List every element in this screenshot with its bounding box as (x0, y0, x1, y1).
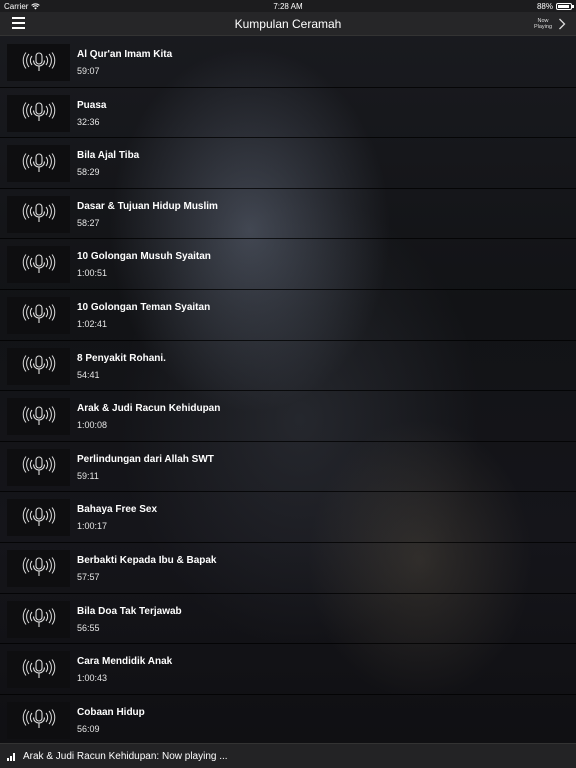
lecture-duration: 1:00:08 (77, 420, 108, 431)
lecture-duration: 58:27 (77, 217, 100, 228)
lecture-title: Cobaan Hidup (77, 706, 145, 718)
list-item[interactable]: 10 Golongan Musuh Syaitan 1:00:51 (0, 239, 576, 290)
chevron-right-icon (559, 18, 566, 30)
list-item[interactable]: Arak & Judi Racun Kehidupan 1:00:08 (0, 391, 576, 442)
list-item[interactable]: Berbakti Kepada Ibu & Bapak 57:57 (0, 543, 576, 594)
lecture-duration: 1:02:41 (77, 318, 108, 329)
battery-percent: 88% (536, 2, 553, 11)
lecture-thumbnail (7, 701, 70, 739)
list-item[interactable]: Perlindungan dari Allah SWT 59:11 (0, 442, 576, 493)
navigation-bar: Kumpulan Ceramah Now Playing (0, 12, 576, 36)
list-item[interactable]: Cara Mendidik Anak 1:00:43 (0, 644, 576, 695)
podcast-microphone-icon (22, 355, 55, 375)
podcast-microphone-icon (22, 405, 55, 425)
lecture-title: 8 Penyakit Rohani. (77, 352, 166, 364)
lecture-title: Bahaya Free Sex (77, 504, 158, 516)
podcast-microphone-icon (22, 152, 55, 172)
lecture-title: Bila Ajal Tiba (77, 150, 140, 162)
lecture-duration: 1:00:43 (77, 673, 108, 684)
lecture-title: Al Qur'an Imam Kita (77, 49, 173, 60)
now-playing-bar[interactable]: Arak & Judi Racun Kehidupan: Now playing… (0, 743, 576, 768)
now-playing-label: Now Playing (533, 18, 553, 30)
list-item[interactable]: 8 Penyakit Rohani. 54:41 (0, 341, 576, 392)
lecture-title: Dasar & Tujuan Hidup Muslim (77, 200, 218, 212)
status-bar: Carrier 7:28 AM 88% (0, 0, 576, 12)
lecture-thumbnail (7, 499, 70, 537)
status-time: 7:28 AM (273, 2, 303, 11)
podcast-microphone-icon (22, 608, 55, 628)
lecture-duration: 32:36 (77, 116, 100, 127)
now-playing-button[interactable]: Now Playing (531, 15, 566, 33)
lecture-duration: 57:57 (77, 571, 100, 582)
lecture-title: Cara Mendidik Anak (77, 656, 173, 668)
lecture-title: 10 Golongan Musuh Syaitan (77, 251, 211, 263)
podcast-microphone-icon (22, 456, 55, 476)
lecture-thumbnail (7, 600, 70, 638)
lecture-thumbnail (7, 94, 70, 132)
podcast-microphone-icon (22, 203, 55, 223)
lecture-title: Bila Doa Tak Terjawab (77, 605, 182, 617)
list-item[interactable]: Al Qur'an Imam Kita 59:07 (0, 37, 576, 88)
lecture-title: 10 Golongan Teman Syaitan (77, 301, 211, 313)
list-item[interactable]: Bahaya Free Sex 1:00:17 (0, 492, 576, 543)
podcast-microphone-icon (22, 254, 55, 273)
lecture-duration: 1:00:17 (77, 521, 108, 532)
lecture-duration: 58:29 (77, 167, 100, 178)
list-item[interactable]: 10 Golongan Teman Syaitan 1:02:41 (0, 290, 576, 341)
lecture-duration: 56:09 (77, 723, 100, 734)
page-title: Kumpulan Ceramah (234, 17, 342, 31)
podcast-microphone-icon (22, 51, 55, 71)
podcast-microphone-icon (22, 557, 55, 577)
lecture-thumbnail (7, 145, 70, 183)
lecture-thumbnail (7, 195, 70, 233)
lecture-thumbnail (7, 347, 70, 385)
lecture-thumbnail (7, 246, 70, 284)
list-item[interactable]: Bila Ajal Tiba 58:29 (0, 138, 576, 189)
podcast-microphone-icon (22, 709, 55, 729)
podcast-microphone-icon (22, 658, 55, 678)
lecture-title: Arak & Judi Racun Kehidupan (77, 403, 221, 415)
lecture-duration: 1:00:51 (77, 268, 108, 279)
podcast-microphone-icon (22, 507, 55, 526)
list-item[interactable]: Puasa 32:36 (0, 88, 576, 139)
battery-indicator: 88% (536, 2, 574, 11)
list-item[interactable]: Dasar & Tujuan Hidup Muslim 58:27 (0, 189, 576, 240)
lecture-duration: 54:41 (77, 369, 100, 380)
battery-icon (556, 3, 574, 10)
lecture-thumbnail (7, 398, 70, 436)
lecture-thumbnail (7, 296, 70, 334)
lecture-title: Berbakti Kepada Ibu & Bapak (77, 554, 217, 566)
lecture-duration: 59:07 (77, 66, 100, 76)
podcast-microphone-icon (22, 102, 55, 122)
now-playing-text: Arak & Judi Racun Kehidupan: Now playing… (23, 751, 228, 762)
lecture-thumbnail (7, 549, 70, 587)
list-item[interactable]: Cobaan Hidup 56:09 (0, 695, 576, 746)
lecture-list: Al Qur'an Imam Kita 59:07 Puasa 32:36 Bila A… (0, 37, 576, 746)
lecture-thumbnail (7, 651, 70, 689)
lecture-title: Puasa (77, 99, 107, 111)
lecture-duration: 59:11 (77, 470, 99, 481)
lecture-title: Perlindungan dari Allah SWT (77, 453, 214, 465)
podcast-microphone-icon (22, 304, 55, 324)
lecture-duration: 56:55 (77, 622, 100, 633)
list-item[interactable]: Bila Doa Tak Terjawab 56:55 (0, 594, 576, 645)
equalizer-icon (7, 753, 18, 761)
lecture-thumbnail (7, 44, 70, 81)
lecture-thumbnail (7, 448, 70, 486)
